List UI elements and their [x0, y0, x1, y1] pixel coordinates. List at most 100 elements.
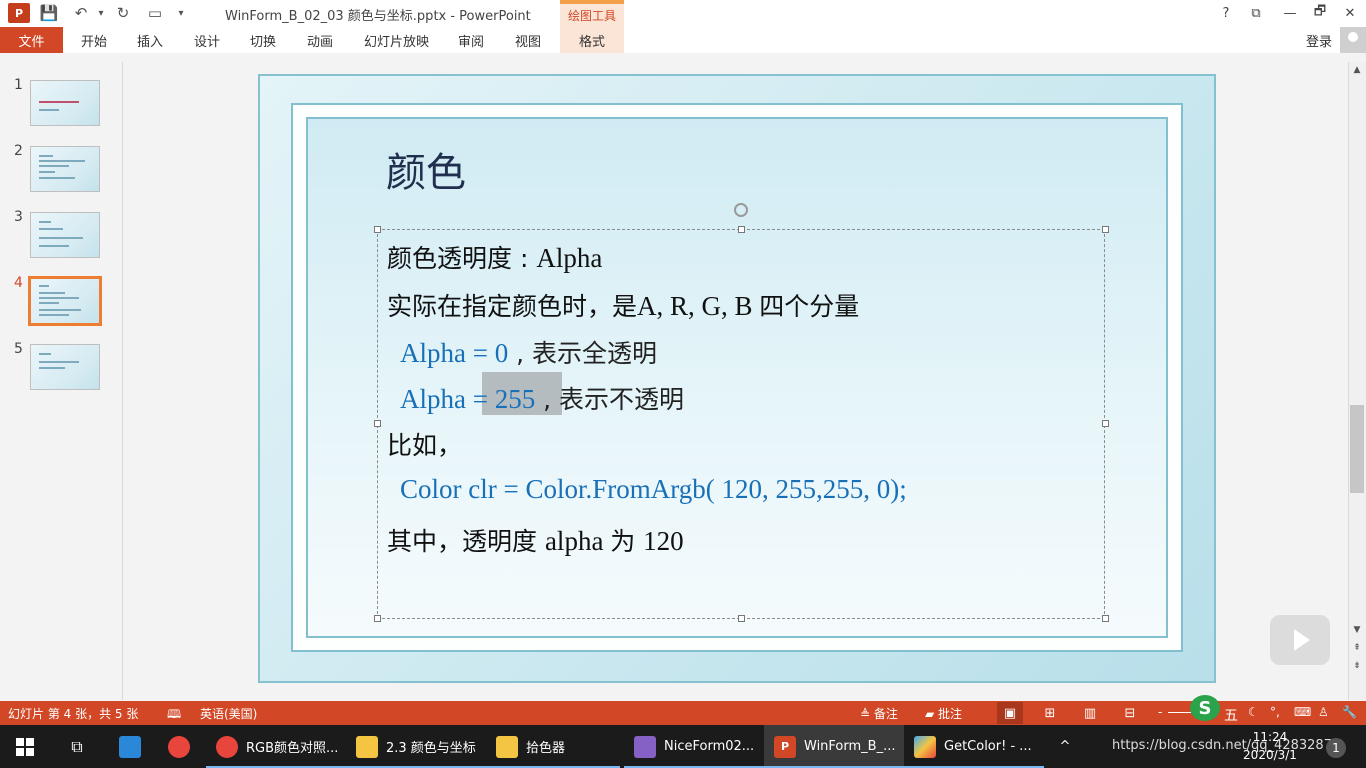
tab-file[interactable]: 文件: [0, 27, 63, 53]
normal-view-icon[interactable]: ▣: [997, 702, 1023, 724]
save-icon[interactable]: 💾: [38, 3, 60, 23]
punctuation-icon[interactable]: °,: [1270, 705, 1280, 719]
moon-icon[interactable]: ☾: [1248, 705, 1259, 719]
slideshow-icon[interactable]: ▭: [144, 3, 166, 23]
notes-button[interactable]: ≜ 备注: [860, 705, 898, 722]
powerpoint-app-icon[interactable]: P: [8, 3, 30, 23]
slide-thumbnail-2[interactable]: [30, 146, 100, 192]
notification-icon[interactable]: 1: [1326, 738, 1346, 758]
reading-view-icon[interactable]: ▥: [1077, 702, 1103, 724]
slide-text-line[interactable]: Color clr = Color.FromArgb( 120, 255,255…: [400, 474, 907, 505]
taskbar-item-folder-color[interactable]: 2.3 颜色与坐标: [346, 725, 486, 768]
title-bar: [0, 0, 1366, 27]
resize-handle[interactable]: [374, 615, 381, 622]
thumbnail-number: 4: [14, 275, 23, 291]
ribbon-display-options-button[interactable]: ⧉: [1242, 2, 1270, 24]
taskbar-item-label: 拾色器: [526, 741, 566, 756]
close-button[interactable]: ✕: [1336, 2, 1364, 24]
slide-thumbnail-1[interactable]: [30, 80, 100, 126]
redo-icon[interactable]: ↻: [112, 3, 134, 23]
tab-home[interactable]: 开始: [81, 31, 107, 50]
visual-studio-icon: [634, 735, 656, 758]
undo-icon[interactable]: ↶: [70, 3, 92, 23]
customize-qat-icon[interactable]: ▾: [170, 3, 192, 23]
slide-text-line[interactable]: Alpha = 0 , 表示全透明: [400, 334, 657, 370]
taskbar-item-getcolor[interactable]: GetColor! - ...: [904, 725, 1044, 768]
avatar[interactable]: [1340, 27, 1366, 53]
windows-icon: [16, 737, 34, 756]
video-play-icon[interactable]: [1270, 615, 1330, 665]
slide-text-line[interactable]: 比如，: [387, 426, 462, 462]
zoom-slider[interactable]: [1168, 712, 1192, 713]
taskbar-item-label: WinForm_B_...: [804, 739, 896, 754]
powerpoint-icon: P: [774, 735, 796, 758]
taskbar-item-rgb[interactable]: RGB颜色对照...: [206, 725, 346, 768]
sogou-ime-icon[interactable]: S: [1190, 695, 1220, 721]
slide-text-line[interactable]: 其中，透明度 alpha 为 120: [387, 522, 684, 558]
next-slide-icon[interactable]: ⇟: [1350, 660, 1364, 672]
spellcheck-icon[interactable]: 🕮: [167, 705, 181, 726]
vertical-scrollbar[interactable]: [1348, 62, 1366, 700]
taskbar-item-label: RGB颜色对照...: [246, 741, 339, 756]
scroll-down-icon[interactable]: ▼: [1350, 624, 1364, 636]
thumbnail-number: 3: [14, 209, 23, 225]
tab-animations[interactable]: 动画: [307, 31, 333, 50]
taskbar-clock[interactable]: 11:24 2020/3/1: [1234, 728, 1306, 764]
taskbar-item-label: 2.3 颜色与坐标: [386, 741, 476, 756]
thumbnail-number: 1: [14, 77, 23, 93]
ime-mode[interactable]: 五: [1224, 705, 1238, 725]
help-button[interactable]: ?: [1212, 2, 1240, 24]
tab-design[interactable]: 设计: [194, 31, 220, 50]
tab-view[interactable]: 视图: [515, 31, 541, 50]
resize-handle[interactable]: [1102, 226, 1109, 233]
window-title: WinForm_B_02_03 颜色与坐标.pptx - PowerPoint: [225, 9, 531, 24]
tab-insert[interactable]: 插入: [137, 31, 163, 50]
resize-handle[interactable]: [374, 420, 381, 427]
tab-transitions[interactable]: 切换: [250, 31, 276, 50]
slideshow-view-icon[interactable]: ⊟: [1117, 702, 1143, 724]
task-view-icon[interactable]: ⧉: [62, 725, 92, 768]
taskbar-item-visual-studio[interactable]: NiceForm02...: [624, 725, 764, 768]
language-status[interactable]: 英语(美国): [200, 705, 257, 722]
scrollbar-thumb[interactable]: [1350, 405, 1364, 493]
resize-handle[interactable]: [738, 226, 745, 233]
slide-thumbnail-3[interactable]: [30, 212, 100, 258]
resize-handle[interactable]: [1102, 420, 1109, 427]
minimize-button[interactable]: —: [1276, 2, 1304, 24]
slide-text-line[interactable]: 颜色透明度 : Alpha: [387, 239, 602, 275]
resize-handle[interactable]: [374, 226, 381, 233]
start-button[interactable]: [0, 725, 50, 768]
undo-dropdown-icon[interactable]: ▾: [90, 3, 112, 23]
wrench-icon[interactable]: 🔧: [1342, 705, 1357, 719]
chrome-icon[interactable]: [160, 725, 198, 768]
slide-title[interactable]: 颜色: [386, 140, 466, 198]
keyboard-icon[interactable]: ⌨: [1294, 705, 1311, 719]
slide-sorter-icon[interactable]: ⊞: [1037, 702, 1063, 724]
folder-icon: [356, 735, 378, 758]
resize-handle[interactable]: [738, 615, 745, 622]
comments-button[interactable]: ▰ 批注: [925, 705, 962, 722]
tab-format[interactable]: 格式: [560, 27, 624, 53]
slide-thumbnail-4[interactable]: [28, 276, 102, 326]
sign-in-link[interactable]: 登录: [1306, 31, 1332, 50]
resize-handle[interactable]: [1102, 615, 1109, 622]
user-icon[interactable]: ♙: [1318, 705, 1329, 719]
taskbar-item-label: GetColor! - ...: [944, 739, 1032, 754]
maximize-button[interactable]: 🗗: [1306, 2, 1334, 24]
zoom-out-button[interactable]: -: [1158, 705, 1162, 719]
taskbar-item-powerpoint[interactable]: P WinForm_B_...: [764, 725, 904, 768]
drawing-tools-context: 绘图工具: [560, 0, 624, 27]
slide-text-line[interactable]: Alpha = 255 , 表示不透明: [400, 380, 684, 416]
scroll-up-icon[interactable]: ▲: [1350, 64, 1364, 76]
rotate-handle-icon[interactable]: [734, 203, 748, 217]
taskbar-item-color-picker[interactable]: 拾色器: [486, 725, 620, 768]
store-icon[interactable]: [112, 725, 148, 768]
show-hidden-icons-icon[interactable]: ^: [1056, 725, 1074, 768]
folder-icon: [496, 735, 518, 758]
slide-text-line[interactable]: 实际在指定颜色时，是A, R, G, B 四个分量: [387, 287, 859, 323]
thumbnail-number: 2: [14, 143, 23, 159]
previous-slide-icon[interactable]: ⇞: [1350, 642, 1364, 654]
tab-slideshow[interactable]: 幻灯片放映: [364, 31, 429, 50]
tab-review[interactable]: 审阅: [458, 31, 484, 50]
slide-thumbnail-5[interactable]: [30, 344, 100, 390]
